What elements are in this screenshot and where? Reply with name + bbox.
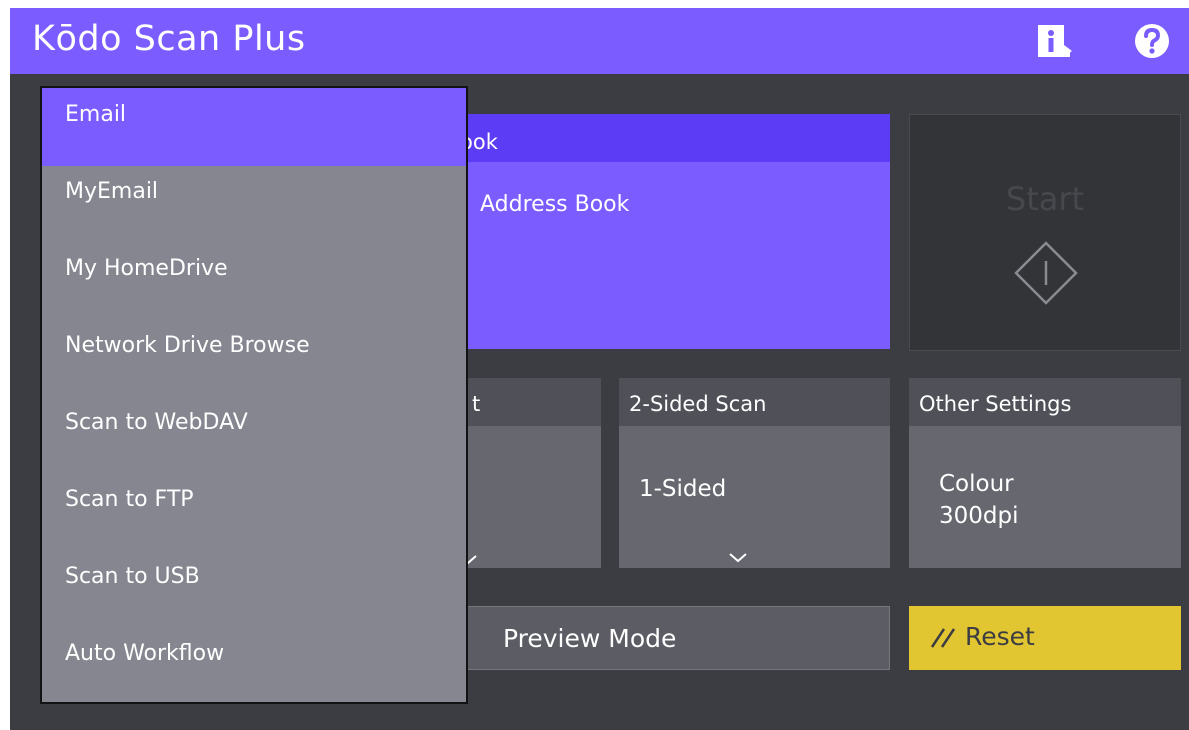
destination-value: Address Book bbox=[480, 192, 630, 217]
two-sided-header: 2-Sided Scan bbox=[619, 378, 890, 426]
other-settings-card[interactable]: Other Settings Colour 300dpi bbox=[909, 378, 1181, 568]
menu-item-email[interactable]: Email bbox=[42, 88, 466, 166]
start-label: Start bbox=[1005, 180, 1085, 218]
two-sided-scan-card[interactable]: 2-Sided Scan 1-Sided bbox=[619, 378, 890, 568]
start-button[interactable]: Start bbox=[909, 114, 1181, 351]
setting-header: t bbox=[462, 378, 601, 426]
menu-item-my-homedrive[interactable]: My HomeDrive bbox=[42, 242, 466, 320]
info-button[interactable] bbox=[1034, 21, 1074, 61]
help-button[interactable] bbox=[1132, 21, 1172, 61]
menu-item-auto-workflow[interactable]: Auto Workflow bbox=[42, 627, 466, 705]
other-settings-header: Other Settings bbox=[909, 378, 1181, 426]
other-settings-value: Colour 300dpi bbox=[939, 471, 1019, 529]
scan-app-screen: Kōdo Scan Plus ook Address Book Start t … bbox=[10, 8, 1189, 730]
title-bar: Kōdo Scan Plus bbox=[10, 8, 1189, 74]
menu-item-myemail[interactable]: MyEmail bbox=[42, 165, 466, 243]
chevron-down-icon bbox=[729, 553, 747, 563]
info-icon bbox=[1038, 25, 1072, 57]
destination-dropdown-menu: Email MyEmail My HomeDrive Network Drive… bbox=[40, 86, 468, 704]
app-title: Kōdo Scan Plus bbox=[32, 19, 306, 59]
reset-button[interactable]: Reset bbox=[909, 606, 1181, 670]
menu-item-scan-to-ftp[interactable]: Scan to FTP bbox=[42, 473, 466, 551]
preview-mode-button[interactable]: Preview Mode bbox=[462, 606, 890, 670]
menu-item-scan-to-usb[interactable]: Scan to USB bbox=[42, 550, 466, 628]
menu-item-network-drive-browse[interactable]: Network Drive Browse bbox=[42, 319, 466, 397]
reset-icon bbox=[930, 628, 956, 648]
help-icon bbox=[1135, 24, 1169, 58]
destination-header: ook bbox=[440, 114, 890, 162]
two-sided-value: 1-Sided bbox=[639, 476, 727, 502]
start-diamond-icon bbox=[1014, 241, 1078, 305]
destination-panel[interactable]: ook Address Book bbox=[440, 114, 890, 349]
menu-item-scan-to-webdav[interactable]: Scan to WebDAV bbox=[42, 396, 466, 474]
scan-setting-card[interactable]: t bbox=[459, 378, 601, 568]
reset-label: Reset bbox=[965, 622, 1035, 651]
